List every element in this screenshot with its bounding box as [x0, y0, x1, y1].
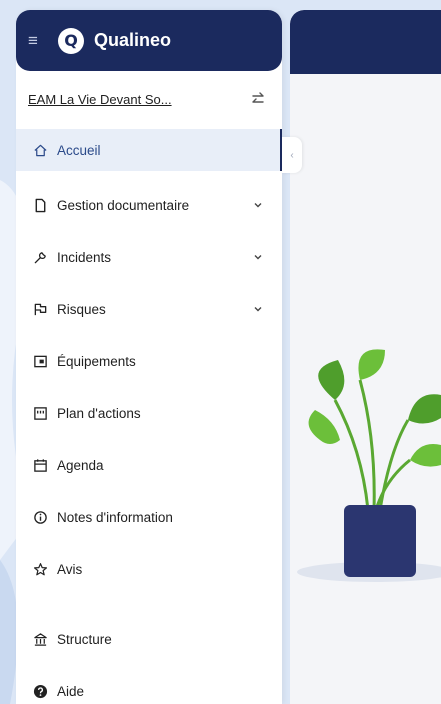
sidebar-item-label: Avis [57, 561, 83, 577]
nav-separator [16, 595, 282, 613]
plant-illustration [297, 349, 441, 582]
equipment-icon [32, 353, 48, 369]
sidebar-item-label: Équipements [57, 353, 136, 369]
sidebar-item-risques[interactable]: Risques [16, 283, 282, 335]
wrench-icon [32, 249, 48, 265]
sidebar-item-label: Aide [57, 683, 85, 699]
sidebar-item-label: Gestion documentaire [57, 197, 190, 213]
chevron-down-icon [254, 203, 262, 208]
sidebar: ≡ Q Qualineo EAM La Vie Devant So... Acc… [16, 10, 282, 704]
document-icon [32, 197, 48, 213]
star-icon [32, 561, 48, 577]
building-icon [32, 631, 48, 647]
sidebar-item-incidents[interactable]: Incidents [16, 231, 282, 283]
sidebar-item-label: Incidents [57, 249, 112, 265]
sidebar-item-structure[interactable]: Structure [16, 613, 282, 665]
action-plan-icon [32, 405, 48, 421]
logo-letter: Q [64, 30, 78, 50]
sidebar-item-label: Agenda [57, 457, 104, 473]
sidebar-collapse-toggle[interactable]: ‹ [282, 137, 302, 173]
menu-icon[interactable]: ≡ [28, 32, 52, 49]
sidebar-item-label: Accueil [57, 142, 101, 158]
sidebar-item-label: Notes d'information [57, 509, 173, 525]
sidebar-item-gestion-documentaire[interactable]: Gestion documentaire [16, 179, 282, 231]
brand-name: Qualineo [94, 30, 172, 50]
help-icon [32, 683, 48, 699]
chevron-left-icon: ‹ [290, 149, 294, 161]
sidebar-item-label: Risques [57, 301, 106, 317]
sidebar-item-aide[interactable]: Aide [16, 665, 282, 704]
sidebar-item-plan-actions[interactable]: Plan d'actions [16, 387, 282, 439]
chevron-down-icon [254, 255, 262, 260]
organization-selector: EAM La Vie Devant So... [16, 71, 282, 127]
sidebar-item-label: Structure [57, 631, 112, 647]
sidebar-item-notes-information[interactable]: Notes d'information [16, 491, 282, 543]
top-bar [290, 10, 441, 74]
info-icon [32, 509, 48, 525]
flag-icon [32, 301, 48, 317]
sidebar-item-label: Plan d'actions [57, 405, 141, 421]
home-icon [32, 142, 48, 158]
organization-name[interactable]: EAM La Vie Devant So... [28, 92, 172, 107]
chevron-down-icon [254, 307, 262, 312]
logo-icon: Q [58, 27, 84, 54]
swap-icon[interactable] [250, 91, 266, 107]
sidebar-nav: Accueil Gestion documentaire Incidents R… [16, 129, 282, 704]
sidebar-header: ≡ Q Qualineo [16, 10, 282, 71]
sidebar-item-accueil[interactable]: Accueil [16, 129, 282, 171]
sidebar-item-equipements[interactable]: Équipements [16, 335, 282, 387]
calendar-icon [32, 457, 48, 473]
sidebar-item-agenda[interactable]: Agenda [16, 439, 282, 491]
sidebar-item-avis[interactable]: Avis [16, 543, 282, 595]
